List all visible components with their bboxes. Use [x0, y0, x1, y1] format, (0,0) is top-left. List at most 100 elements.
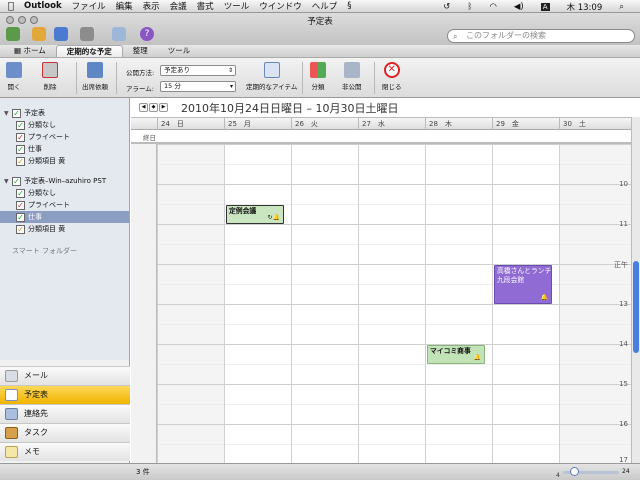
day-weekday: 土 — [578, 120, 586, 128]
show-as-select[interactable]: 予定あり ⇕ — [160, 65, 236, 76]
checkbox[interactable]: ✓ — [16, 225, 25, 234]
ribbon-divider — [76, 62, 77, 94]
tab-tools[interactable]: ツール — [158, 45, 201, 57]
day-header[interactable]: 24 日 — [157, 118, 224, 130]
category-label: 仕事 — [28, 145, 42, 153]
day-header[interactable]: 29 金 — [492, 118, 559, 130]
close-button[interactable]: ✕ 閉じる — [382, 62, 402, 91]
menu-tools[interactable]: ツール — [224, 0, 250, 12]
hour-label: 15 — [619, 380, 628, 388]
previous-week-button[interactable]: ◀ — [139, 103, 148, 112]
menu-file[interactable]: ファイル — [72, 0, 106, 12]
menu-edit[interactable]: 編集 — [116, 0, 133, 12]
nav-calendar[interactable]: 予定表 — [0, 385, 130, 404]
disclosure-triangle-icon[interactable]: ▼ — [4, 108, 12, 120]
delete-button[interactable]: 削除 — [42, 62, 58, 91]
day-header[interactable]: 28 木 — [425, 118, 492, 130]
nav-tasks-label: タスク — [24, 428, 48, 437]
category-item[interactable]: ✓ 分類なし — [16, 119, 56, 131]
category-item[interactable]: ✓ プライベート — [16, 131, 70, 143]
menu-help[interactable]: ヘルプ — [312, 0, 338, 12]
open-button[interactable]: 開く — [6, 62, 22, 91]
recurrence-button[interactable]: 定期的なアイテム — [246, 62, 297, 91]
checkbox[interactable]: ✓ — [12, 177, 21, 186]
category-item[interactable]: ✓ 仕事 — [16, 143, 42, 155]
menu-view[interactable]: 表示 — [143, 0, 160, 12]
checkbox[interactable]: ✓ — [16, 121, 25, 130]
calendar-group[interactable]: ▼ ✓ 予定表 — [4, 107, 45, 119]
day-header[interactable]: 30 土 — [559, 118, 631, 130]
category-item[interactable]: ✓ 分類項目 黄 — [16, 155, 65, 167]
checkbox[interactable]: ✓ — [16, 145, 25, 154]
day-gridline — [224, 144, 225, 463]
select-arrow-icon: ▾ — [229, 83, 233, 90]
category-item[interactable]: ✓ 分類項目 黄 — [16, 223, 65, 235]
app-menu[interactable]: Outlook — [24, 1, 62, 11]
checkbox[interactable]: ✓ — [12, 109, 21, 118]
menu-meeting[interactable]: 会議 — [170, 0, 187, 12]
checkbox[interactable]: ✓ — [16, 133, 25, 142]
checkbox[interactable]: ✓ — [16, 189, 25, 198]
nav-contacts[interactable]: 連絡先 — [0, 404, 130, 423]
close-icon: ✕ — [383, 62, 400, 78]
open-label: 開く — [7, 83, 21, 91]
week-grid[interactable]: 10 11 正午 13 14 15 16 17 定例会議 ↻🔔 高橋さんとランチ… — [131, 144, 631, 463]
clock[interactable]: 木 13:09 — [567, 1, 603, 13]
spotlight-icon[interactable]: ⌕ — [619, 2, 624, 12]
nav-notes[interactable]: メモ — [0, 442, 130, 461]
volume-icon[interactable]: ◀) — [514, 2, 524, 12]
tab-recurring[interactable]: 定期的な予定 — [55, 45, 123, 57]
alarm-select[interactable]: 15 分 ▾ — [160, 81, 236, 92]
calendar-group[interactable]: ▼ ✓ 予定表–Win–azuhiro PST — [4, 175, 106, 187]
calendar-sidebar: ▼ ✓ 予定表 ✓ 分類なし ✓ プライベート ✓ 仕事 ✓ 分類項目 黄 ▼ ✓ 予定表–Wi… — [0, 98, 130, 360]
category-item[interactable]: ✓ 分類なし — [16, 187, 56, 199]
day-header[interactable]: 27 水 — [358, 118, 425, 130]
wifi-icon[interactable]: ◠ — [489, 2, 496, 12]
vertical-scrollbar[interactable] — [631, 117, 640, 463]
open-icon — [6, 62, 22, 78]
reply-icon[interactable] — [32, 27, 46, 41]
day-header[interactable]: 26 火 — [291, 118, 358, 130]
sync-icon[interactable] — [54, 27, 68, 41]
scrollbar-thumb[interactable] — [633, 261, 639, 353]
day-date: 29 — [496, 120, 505, 128]
notes-icon — [5, 446, 18, 458]
tab-home[interactable]: ▦ ホーム — [4, 45, 56, 57]
category-item-selected[interactable]: ✓ 仕事 — [0, 211, 129, 223]
zoom-slider-knob[interactable] — [570, 467, 579, 476]
invite-attendees-button[interactable]: 出席依頼 — [82, 62, 108, 91]
checkbox[interactable]: ✓ — [16, 213, 25, 222]
ribbon-divider — [302, 62, 303, 94]
today-button[interactable]: ◆ — [149, 103, 158, 112]
time-machine-icon[interactable]: ↺ — [443, 2, 450, 12]
all-day-label: 終日 — [143, 134, 156, 142]
bluetooth-icon[interactable]: ᛒ — [467, 2, 472, 12]
private-button[interactable]: 非公開 — [342, 62, 362, 91]
checkbox[interactable]: ✓ — [16, 157, 25, 166]
print-icon[interactable] — [80, 27, 94, 41]
search-input[interactable]: ⌕ このフォルダーの検索 — [447, 29, 635, 43]
help-icon[interactable]: ? — [140, 27, 154, 41]
apple-menu-icon[interactable]:  — [8, 1, 14, 12]
day-gridline — [291, 144, 292, 463]
script-menu-icon[interactable]: § — [347, 1, 351, 11]
menu-format[interactable]: 書式 — [197, 0, 214, 12]
navigation-pane: メール 予定表 連絡先 タスク メモ — [0, 360, 130, 463]
new-item-icon[interactable] — [6, 27, 20, 41]
category-item[interactable]: ✓ プライベート — [16, 199, 70, 211]
sidebar-toggle-icon[interactable] — [112, 27, 126, 41]
event-block[interactable]: 高橋さんとランチ 九段会館 🔔 — [494, 265, 552, 304]
disclosure-triangle-icon[interactable]: ▼ — [4, 176, 12, 188]
event-block[interactable]: 定例会議 ↻🔔 — [226, 205, 284, 224]
checkbox[interactable]: ✓ — [16, 201, 25, 210]
day-header[interactable]: 25 月 — [224, 118, 291, 130]
input-mode-icon[interactable]: A — [540, 2, 550, 11]
categorize-button[interactable]: 分類 — [310, 62, 326, 91]
nav-tasks[interactable]: タスク — [0, 423, 130, 442]
next-week-button[interactable]: ▶ — [159, 103, 168, 112]
nav-mail[interactable]: メール — [0, 366, 130, 385]
all-day-row[interactable]: 終日 — [131, 130, 631, 144]
event-block[interactable]: マイコミ商事 🔔 — [427, 345, 485, 364]
tab-organize[interactable]: 整理 — [123, 45, 158, 57]
menu-window[interactable]: ウインドウ — [259, 0, 302, 12]
